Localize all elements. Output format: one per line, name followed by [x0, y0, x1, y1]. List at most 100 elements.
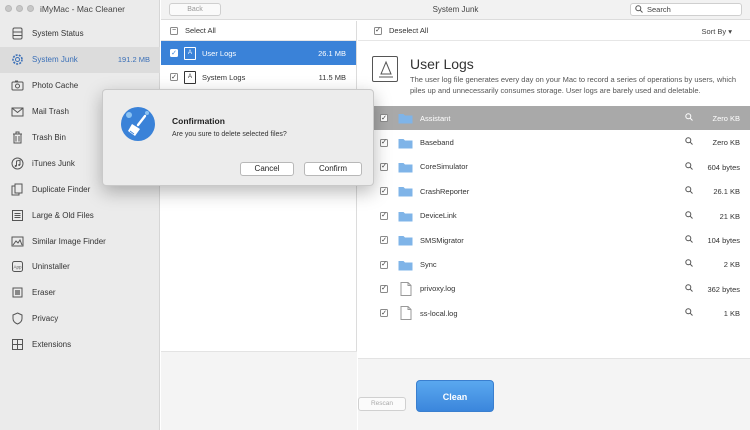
- magnifier-icon[interactable]: [685, 137, 693, 147]
- folder-icon: [398, 160, 413, 173]
- details-panel: ✓ Deselect All Sort By ▾ User Logs The u…: [358, 21, 750, 430]
- deselect-all-checkbox[interactable]: ✓: [374, 26, 382, 35]
- category-checkbox[interactable]: ✓: [170, 49, 178, 57]
- user-logs-icon: [372, 56, 398, 82]
- file-checkbox[interactable]: ✓: [380, 211, 388, 220]
- sidebar-item-extensions[interactable]: Extensions: [0, 332, 160, 358]
- deselect-all-label[interactable]: Deselect All: [389, 26, 428, 35]
- music-note-icon: [9, 155, 25, 171]
- file-name: CrashReporter: [420, 186, 470, 196]
- file-row[interactable]: ✓ Assistant Zero KB: [358, 106, 750, 131]
- clean-button[interactable]: Clean: [416, 380, 494, 412]
- magnifier-icon[interactable]: [685, 210, 693, 221]
- file-row[interactable]: ✓ CoreSimulator 604 bytes: [358, 155, 750, 179]
- sidebar-item-system-status[interactable]: System Status: [0, 21, 160, 47]
- category-row-user-logs[interactable]: ✓ A User Logs 26.1 MB: [161, 41, 356, 65]
- folder-icon: [398, 136, 413, 149]
- sidebar-list: System Status System Junk 191.2 MB Photo…: [0, 21, 160, 358]
- zoom-window-button[interactable]: [27, 5, 34, 12]
- magnifier-icon[interactable]: [685, 235, 693, 245]
- file-row[interactable]: ✓ Sync 2 KB: [358, 252, 750, 276]
- select-all-label[interactable]: Select All: [185, 26, 216, 35]
- file-checkbox[interactable]: ✓: [380, 114, 388, 123]
- file-list: ✓ Assistant Zero KB ✓ Baseband Zero KB ✓…: [358, 106, 750, 326]
- window-controls: [5, 5, 34, 12]
- file-checkbox[interactable]: ✓: [380, 187, 388, 196]
- file-name: Assistant: [420, 113, 451, 123]
- app-title: iMyMac - Mac Cleaner: [40, 4, 126, 14]
- gear-icon: [9, 52, 25, 68]
- file-row[interactable]: ✓ CrashReporter 26.1 KB: [358, 179, 750, 203]
- category-size: 11.5 MB: [318, 72, 346, 82]
- folder-icon: [398, 209, 413, 222]
- chevron-down-icon: ▾: [728, 27, 732, 36]
- file-row[interactable]: ✓ SMSMigrator 104 bytes: [358, 228, 750, 252]
- file-row[interactable]: ✓ Baseband Zero KB: [358, 130, 750, 154]
- file-size: Zero KB: [712, 138, 740, 148]
- sidebar-item-label: Photo Cache: [32, 81, 79, 91]
- file-name: ss-local.log: [420, 308, 458, 318]
- folder-icon: [398, 112, 413, 125]
- select-all-checkbox[interactable]: −: [170, 26, 178, 35]
- sidebar-item-label: System Junk: [32, 55, 78, 65]
- magnifier-icon[interactable]: [685, 259, 693, 269]
- sidebar-item-eraser[interactable]: Eraser: [0, 280, 160, 306]
- search-input[interactable]: Search: [630, 3, 742, 16]
- category-header: − Select All: [161, 21, 356, 41]
- magnifier-icon[interactable]: [685, 186, 693, 196]
- file-checkbox[interactable]: ✓: [380, 260, 388, 269]
- file-name: Sync: [420, 260, 437, 270]
- confirm-button[interactable]: Confirm: [304, 162, 362, 176]
- file-size: 362 bytes: [707, 284, 740, 294]
- rescan-button[interactable]: Rescan: [358, 397, 406, 411]
- cancel-button[interactable]: Cancel: [240, 162, 294, 176]
- search-icon: [635, 4, 643, 15]
- sidebar-item-similar-image-finder[interactable]: Similar Image Finder: [0, 228, 160, 254]
- sidebar-item-large-old-files[interactable]: Large & Old Files: [0, 202, 160, 228]
- file-checkbox[interactable]: ✓: [380, 162, 388, 171]
- file-checkbox[interactable]: ✓: [380, 309, 388, 318]
- close-window-button[interactable]: [5, 5, 12, 12]
- search-placeholder: Search: [647, 5, 671, 14]
- details-header: ✓ Deselect All Sort By ▾: [358, 21, 750, 41]
- svg-text:App: App: [13, 265, 22, 270]
- minimize-window-button[interactable]: [16, 5, 23, 12]
- large-files-icon: [9, 207, 25, 223]
- file-size: 21 KB: [719, 211, 740, 221]
- category-footer: [161, 351, 357, 430]
- broom-icon: [118, 104, 158, 144]
- file-size: Zero KB: [712, 114, 740, 123]
- sidebar-item-label: System Status: [32, 29, 84, 39]
- dialog-title: Confirmation: [172, 116, 225, 126]
- file-row[interactable]: ✓ DeviceLink 21 KB: [358, 204, 750, 228]
- app-icon: App: [9, 259, 25, 275]
- category-row-system-logs[interactable]: ✓ A System Logs 11.5 MB: [161, 65, 356, 89]
- file-checkbox[interactable]: ✓: [380, 138, 388, 147]
- category-title: User Logs: [410, 56, 474, 72]
- magnifier-icon[interactable]: [685, 308, 693, 318]
- sidebar-item-privacy[interactable]: Privacy: [0, 306, 160, 332]
- category-panel: − Select All ✓ A User Logs 26.1 MB ✓ A S…: [161, 21, 357, 430]
- toolbar: Back System Junk Search: [161, 0, 750, 20]
- file-checkbox[interactable]: ✓: [380, 284, 388, 293]
- sidebar-item-label: Privacy: [32, 314, 59, 324]
- file-checkbox[interactable]: ✓: [380, 236, 388, 245]
- sidebar-item-label: iTunes Junk: [32, 158, 75, 168]
- category-checkbox[interactable]: ✓: [170, 73, 178, 81]
- magnifier-icon[interactable]: [685, 162, 693, 172]
- sidebar-item-uninstaller[interactable]: App Uninstaller: [0, 254, 160, 280]
- sidebar-item-system-junk[interactable]: System Junk 191.2 MB: [0, 46, 160, 73]
- magnifier-icon[interactable]: [685, 284, 693, 294]
- file-row[interactable]: ✓ ss-local.log 1 KB: [358, 301, 750, 325]
- file-name: DeviceLink: [420, 211, 457, 221]
- magnifier-icon[interactable]: [685, 113, 693, 123]
- sort-by-dropdown[interactable]: Sort By ▾: [702, 27, 732, 36]
- file-row[interactable]: ✓ privoxy.log 362 bytes: [358, 277, 750, 301]
- file-name: SMSMigrator: [420, 235, 464, 245]
- document-icon: A: [184, 70, 196, 84]
- sidebar-item-label: Eraser: [32, 288, 56, 298]
- category-name: System Logs: [202, 72, 246, 82]
- file-name: CoreSimulator: [420, 162, 468, 172]
- category-size: 26.1 MB: [318, 48, 346, 58]
- trash-icon: [9, 130, 25, 146]
